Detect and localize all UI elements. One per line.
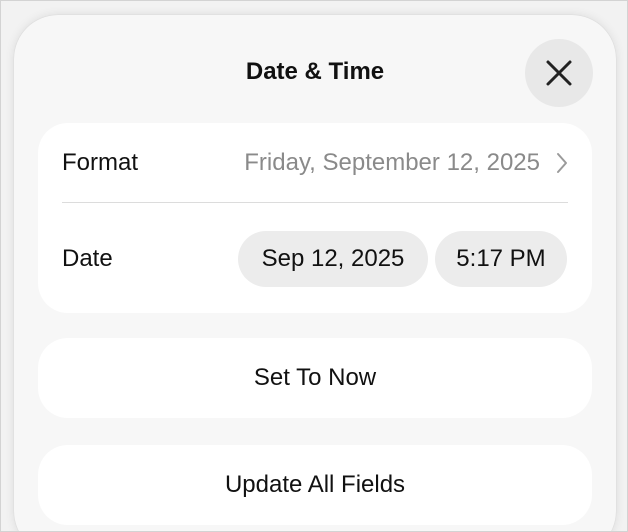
- format-value: Friday, September 12, 2025: [244, 149, 540, 176]
- format-label: Format: [62, 149, 139, 176]
- close-button[interactable]: [525, 39, 593, 107]
- format-row[interactable]: Format Friday, September 12, 2025: [38, 123, 592, 203]
- date-time-sheet: Date & Time Format Friday, September 12,…: [14, 15, 616, 531]
- chevron-right-icon: [556, 152, 568, 174]
- set-to-now-button[interactable]: Set To Now: [38, 338, 592, 418]
- date-picker-button[interactable]: Sep 12, 2025: [238, 231, 428, 287]
- time-picker-button[interactable]: 5:17 PM: [435, 231, 567, 287]
- date-label: Date: [62, 245, 113, 272]
- set-to-now-card: Set To Now: [38, 338, 592, 418]
- format-value-button[interactable]: Friday, September 12, 2025: [244, 149, 568, 177]
- update-all-fields-card: Update All Fields: [38, 445, 592, 525]
- update-all-fields-button[interactable]: Update All Fields: [38, 445, 592, 525]
- close-icon: [546, 60, 572, 86]
- row-divider: [62, 202, 568, 203]
- settings-card: Format Friday, September 12, 2025 Date S…: [38, 123, 592, 313]
- window-frame: Date & Time Format Friday, September 12,…: [1, 1, 627, 531]
